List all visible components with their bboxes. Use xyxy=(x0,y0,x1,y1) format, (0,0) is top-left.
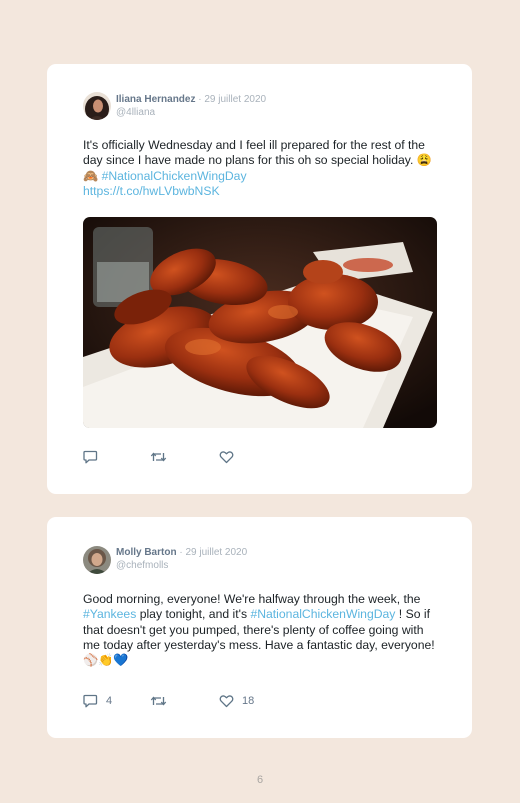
reply-button[interactable]: 4 xyxy=(83,694,112,708)
tweet-card: Iliana Hernandez · 29 juillet 2020 @4lli… xyxy=(47,64,472,494)
author-line: Iliana Hernandez · 29 juillet 2020 xyxy=(116,94,266,105)
like-button[interactable] xyxy=(219,450,242,464)
retweet-button[interactable] xyxy=(150,694,175,708)
tweet-text: It's officially Wednesday and I feel ill… xyxy=(83,138,443,199)
page-number: 6 xyxy=(256,774,264,786)
tweet-emoji: ⚾👏💙 xyxy=(83,653,129,668)
reply-icon xyxy=(83,694,98,708)
like-icon xyxy=(219,695,234,708)
tweet-card: Molly Barton · 29 juillet 2020 @chefmoll… xyxy=(47,517,472,738)
tweet-date[interactable]: 29 juillet 2020 xyxy=(185,547,247,558)
tweet-body: Good morning, everyone! We're halfway th… xyxy=(83,592,421,606)
url-link[interactable]: https://t.co/hwLVbwbNSK xyxy=(83,184,220,198)
chicken-wings-photo[interactable] xyxy=(83,217,437,428)
tweet-actions: 4 18 xyxy=(83,694,383,710)
author-name[interactable]: Molly Barton xyxy=(116,547,177,558)
retweet-button[interactable] xyxy=(150,450,175,464)
author-handle[interactable]: @4lliana xyxy=(116,107,155,118)
tweet-body: It's officially Wednesday and I feel ill… xyxy=(83,138,425,168)
reply-count: 4 xyxy=(106,695,113,707)
avatar[interactable] xyxy=(83,92,111,120)
separator: · xyxy=(179,547,183,558)
tweet-actions xyxy=(83,450,383,466)
tweet-date[interactable]: 29 juillet 2020 xyxy=(204,94,266,105)
tweet-body: play tonight, and it's xyxy=(136,607,251,622)
like-button[interactable]: 18 xyxy=(219,694,254,708)
like-icon xyxy=(219,451,234,464)
separator: · xyxy=(198,94,202,105)
hashtag-link[interactable]: #NationalChickenWingDay xyxy=(102,169,247,183)
hashtag-link[interactable]: #NationalChickenWingDay xyxy=(250,607,395,621)
author-name[interactable]: Iliana Hernandez xyxy=(116,94,195,105)
avatar[interactable] xyxy=(83,546,111,574)
author-line: Molly Barton · 29 juillet 2020 xyxy=(116,547,247,558)
retweet-icon xyxy=(150,696,167,706)
reply-icon xyxy=(83,450,98,464)
retweet-icon xyxy=(150,452,167,462)
like-count: 18 xyxy=(242,695,255,707)
author-handle[interactable]: @chefmolls xyxy=(116,560,168,571)
hashtag-link[interactable]: #Yankees xyxy=(83,607,136,621)
tweet-text: Good morning, everyone! We're halfway th… xyxy=(83,592,443,668)
reply-button[interactable] xyxy=(83,450,106,464)
